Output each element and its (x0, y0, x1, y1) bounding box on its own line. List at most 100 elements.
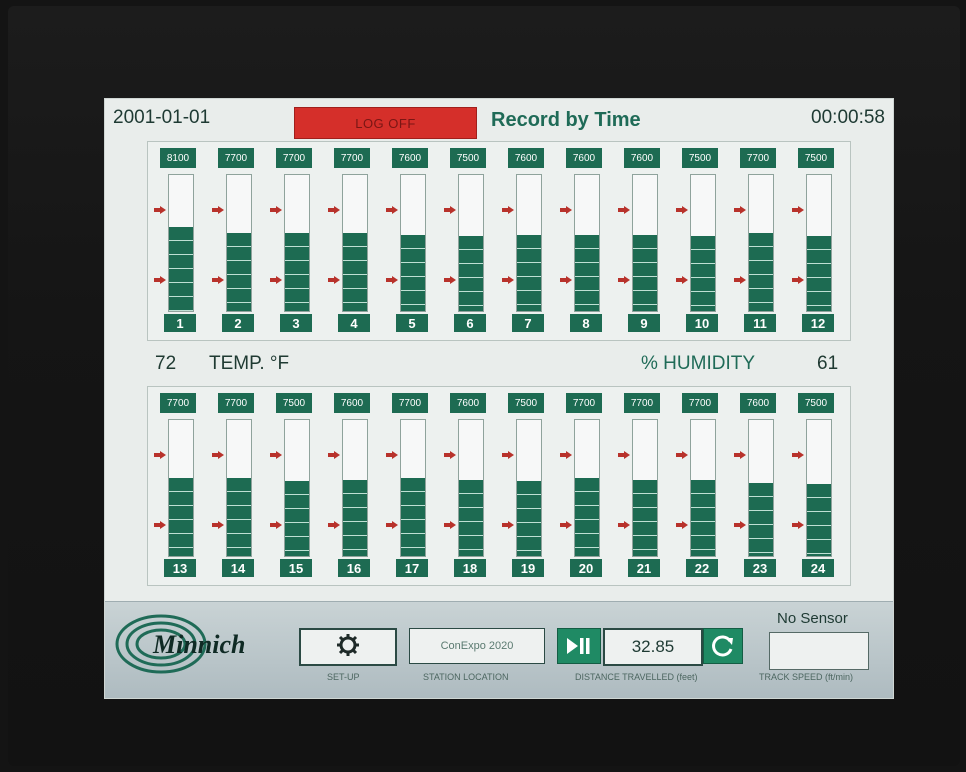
setup-button[interactable] (299, 628, 397, 666)
gauge-number: 19 (512, 559, 544, 577)
gauge-level-fill (807, 483, 831, 556)
gauge-tube (400, 419, 426, 557)
mode-title: Record by Time (491, 109, 641, 131)
gauge-number: 10 (686, 314, 718, 332)
gauge-tube (632, 174, 658, 312)
gauge-reading: 7700 (566, 393, 602, 413)
gauge-reading: 8100 (160, 148, 196, 168)
gauge-level-fill (633, 479, 657, 556)
gauge-tube (806, 174, 832, 312)
gauge-reading: 7600 (450, 393, 486, 413)
gauge-level-fill (575, 478, 599, 556)
gauge: 7500 19 (500, 387, 556, 585)
upper-limit-arrow-icon (618, 206, 630, 214)
lower-limit-arrow-icon (560, 276, 572, 284)
gauge-level-fill (517, 481, 541, 556)
upper-limit-arrow-icon (560, 451, 572, 459)
upper-limit-arrow-icon (444, 206, 456, 214)
gauge-number: 2 (222, 314, 254, 332)
gauge-number: 15 (280, 559, 312, 577)
gauge-level-fill (459, 479, 483, 556)
gauge: 7700 17 (384, 387, 440, 585)
upper-limit-arrow-icon (792, 451, 804, 459)
log-off-button[interactable]: LOG OFF (294, 107, 477, 139)
gauge-level-fill (285, 233, 309, 311)
gauge-tube (748, 174, 774, 312)
gauge-level-fill (575, 234, 599, 311)
gauge-tube (516, 419, 542, 557)
lower-limit-arrow-icon (386, 276, 398, 284)
gauge-reading: 7500 (682, 148, 718, 168)
lower-limit-arrow-icon (212, 276, 224, 284)
gauge: 7500 6 (442, 142, 498, 340)
upper-limit-arrow-icon (328, 206, 340, 214)
gauge-level-fill (517, 234, 541, 311)
gauge-level-fill (691, 479, 715, 556)
distance-travelled-field[interactable]: 32.85 (603, 628, 703, 666)
gauge-level-fill (401, 234, 425, 311)
upper-limit-arrow-icon (502, 206, 514, 214)
upper-limit-arrow-icon (734, 451, 746, 459)
gauge-reading: 7500 (798, 148, 834, 168)
gauge-panel-bottom: 7700 13 7700 14 7500 15 7600 16 7700 17 7600 18 7500… (147, 386, 851, 586)
gauge-level-fill (343, 233, 367, 311)
gauge: 7500 10 (674, 142, 730, 340)
upper-limit-arrow-icon (154, 451, 166, 459)
lower-limit-arrow-icon (734, 276, 746, 284)
gauge-number: 5 (396, 314, 428, 332)
gauge-tube (284, 419, 310, 557)
sensor-status: No Sensor (777, 610, 848, 627)
humidity-value: 61 (817, 353, 839, 374)
gauge-tube (458, 174, 484, 312)
lower-limit-arrow-icon (444, 276, 456, 284)
distance-travelled-label: DISTANCE TRAVELLED (feet) (575, 672, 698, 682)
lower-limit-arrow-icon (618, 521, 630, 529)
lower-limit-arrow-icon (212, 521, 224, 529)
gauge-number: 21 (628, 559, 660, 577)
gauge-level-fill (691, 236, 715, 311)
gauge: 7700 4 (326, 142, 382, 340)
gauge-tube (226, 419, 252, 557)
gauge-number: 23 (744, 559, 776, 577)
upper-limit-arrow-icon (328, 451, 340, 459)
gauge-tube (516, 174, 542, 312)
gauge-reading: 7700 (740, 148, 776, 168)
lower-limit-arrow-icon (676, 276, 688, 284)
play-pause-button[interactable] (557, 628, 601, 664)
upper-limit-arrow-icon (444, 451, 456, 459)
gauge-reading: 7700 (624, 393, 660, 413)
gauge-reading: 7600 (566, 148, 602, 168)
gauge-reading: 7700 (392, 393, 428, 413)
gauge: 8100 1 (152, 142, 208, 340)
gauge-level-fill (227, 233, 251, 311)
lower-limit-arrow-icon (328, 521, 340, 529)
gauge-number: 7 (512, 314, 544, 332)
gauge: 7700 21 (616, 387, 672, 585)
brand-text: Minnich (152, 630, 246, 659)
gauge-number: 3 (280, 314, 312, 332)
reset-distance-button[interactable] (703, 628, 743, 664)
upper-limit-arrow-icon (734, 206, 746, 214)
gauge: 7700 22 (674, 387, 730, 585)
upper-limit-arrow-icon (386, 206, 398, 214)
gauge: 7700 3 (268, 142, 324, 340)
track-speed-field[interactable] (769, 632, 869, 670)
gauge: 7700 13 (152, 387, 208, 585)
station-location-field[interactable]: ConExpo 2020 (409, 628, 545, 664)
gauge-reading: 7700 (682, 393, 718, 413)
gauge-reading: 7600 (392, 148, 428, 168)
gauge-reading: 7700 (276, 148, 312, 168)
gauge-reading: 7600 (508, 148, 544, 168)
lower-limit-arrow-icon (618, 276, 630, 284)
gauge: 7600 18 (442, 387, 498, 585)
lower-limit-arrow-icon (270, 521, 282, 529)
gauge-tube (806, 419, 832, 557)
upper-limit-arrow-icon (270, 206, 282, 214)
clock-display: 00:00:58 (811, 107, 885, 128)
lower-limit-arrow-icon (560, 521, 572, 529)
gauge-reading: 7700 (334, 148, 370, 168)
gauge-tube (632, 419, 658, 557)
gauge-number: 4 (338, 314, 370, 332)
gauge: 7700 20 (558, 387, 614, 585)
gauge-number: 14 (222, 559, 254, 577)
